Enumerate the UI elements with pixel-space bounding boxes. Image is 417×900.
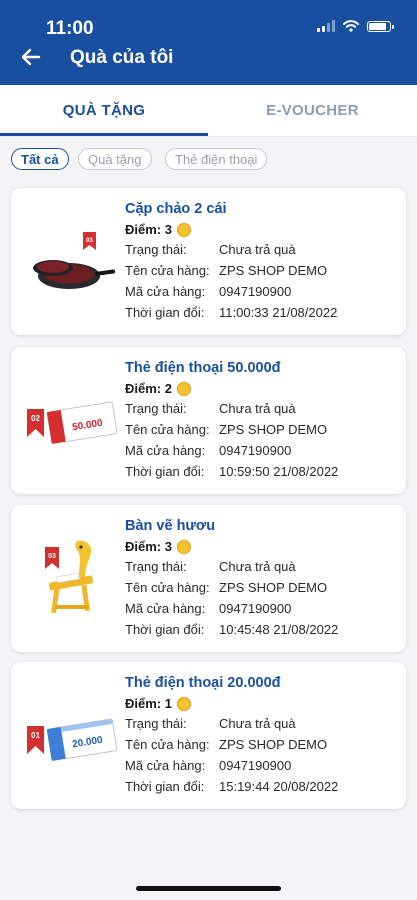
status-row: Trạng thái: Chưa trả quà bbox=[125, 242, 296, 257]
tab-gifts[interactable]: QUÀ TẶNG bbox=[0, 85, 208, 135]
points-label: Điểm: bbox=[125, 381, 162, 396]
wifi-icon bbox=[343, 20, 359, 32]
redeem-time-row: Thời gian đổi: 15:19:44 20/08/2022 bbox=[125, 779, 339, 794]
gift-card[interactable]: 03 Cặp chảo 2 cái Điểm: 3 Trạng thái: Chư… bbox=[11, 188, 406, 335]
store-code-row: Mã cửa hàng: 0947190900 bbox=[125, 443, 292, 458]
phone-card-20000-image: 01 20.000 bbox=[27, 718, 117, 761]
points-value: 1 bbox=[164, 696, 172, 711]
deer-drawing-table-image: 03 bbox=[45, 540, 94, 614]
gift-points: Điểm: 3 bbox=[125, 539, 191, 554]
points-label: Điểm: bbox=[125, 222, 162, 237]
redeem-time-row: Thời gian đổi: 10:45:48 21/08/2022 bbox=[125, 622, 339, 637]
app-header: 11:00 Quà của tôi bbox=[0, 0, 417, 85]
status-row: Trạng thái: Chưa trả quà bbox=[125, 716, 296, 731]
filter-chip-all[interactable]: Tất cả bbox=[11, 148, 69, 170]
points-value: 2 bbox=[164, 381, 172, 396]
points-label: Điểm: bbox=[125, 696, 162, 711]
gift-card[interactable]: 01 20.000 Thẻ điện thoại 20.000đ Điểm: 1… bbox=[11, 662, 406, 809]
page-title: Quà của tôi bbox=[70, 47, 174, 68]
battery-icon bbox=[367, 20, 394, 32]
badge-count: 01 bbox=[31, 731, 40, 740]
badge-count: 02 bbox=[31, 414, 40, 423]
redeem-time-row: Thời gian đổi: 11:00:33 21/08/2022 bbox=[125, 305, 338, 320]
home-indicator[interactable] bbox=[136, 886, 281, 891]
gift-name: Bàn vẽ hươu bbox=[125, 518, 216, 534]
store-code-row: Mã cửa hàng: 0947190900 bbox=[125, 758, 292, 773]
store-name-row: Tên cửa hàng: ZPS SHOP DEMO bbox=[125, 737, 328, 752]
status-row: Trạng thái: Chưa trả quà bbox=[125, 401, 296, 416]
filter-chip-gifts[interactable]: Quà tặng bbox=[78, 148, 152, 170]
status-row: Trạng thái: Chưa trả quà bbox=[125, 559, 296, 574]
badge-count: 03 bbox=[86, 238, 93, 244]
tab-evoucher[interactable]: E-VOUCHER bbox=[208, 85, 417, 135]
status-time: 11:00 bbox=[46, 18, 94, 39]
store-name-row: Tên cửa hàng: ZPS SHOP DEMO bbox=[125, 580, 328, 595]
tab-bar: QUÀ TẶNG E-VOUCHER bbox=[0, 85, 417, 137]
redeem-time-row: Thời gian đổi: 10:59:50 21/08/2022 bbox=[125, 464, 339, 479]
gift-name: Cặp chảo 2 cái bbox=[125, 201, 227, 217]
points-value: 3 bbox=[164, 539, 172, 554]
store-code-row: Mã cửa hàng: 0947190900 bbox=[125, 601, 292, 616]
coin-icon bbox=[176, 222, 191, 237]
cellular-signal-icon bbox=[317, 20, 335, 32]
gift-card[interactable]: 03 Bàn vẽ hươu Điểm: 3 Trạng thái: Chưa t… bbox=[11, 505, 406, 652]
badge-count: 03 bbox=[48, 553, 56, 560]
back-arrow-icon[interactable] bbox=[18, 44, 44, 70]
frying-pan-image: 03 bbox=[33, 232, 116, 289]
tab-divider bbox=[0, 136, 417, 137]
coin-icon bbox=[176, 381, 191, 396]
gift-points: Điểm: 2 bbox=[125, 381, 191, 396]
coin-icon bbox=[176, 696, 191, 711]
store-name-row: Tên cửa hàng: ZPS SHOP DEMO bbox=[125, 263, 328, 278]
gift-name: Thẻ điện thoại 20.000đ bbox=[125, 675, 281, 691]
store-code-row: Mã cửa hàng: 0947190900 bbox=[125, 284, 292, 299]
coin-icon bbox=[176, 539, 191, 554]
points-label: Điểm: bbox=[125, 539, 162, 554]
store-name-row: Tên cửa hàng: ZPS SHOP DEMO bbox=[125, 422, 328, 437]
gift-card[interactable]: 02 50.000 Thẻ điện thoại 50.000đ Điểm: 2… bbox=[11, 347, 406, 494]
points-value: 3 bbox=[164, 222, 172, 237]
filter-chip-phone-card[interactable]: Thẻ điện thoại bbox=[165, 148, 268, 170]
gift-points: Điểm: 3 bbox=[125, 222, 191, 237]
gift-name: Thẻ điện thoại 50.000đ bbox=[125, 360, 281, 376]
phone-card-50000-image: 02 50.000 bbox=[27, 401, 117, 444]
gift-points: Điểm: 1 bbox=[125, 696, 191, 711]
status-icons bbox=[317, 20, 394, 32]
